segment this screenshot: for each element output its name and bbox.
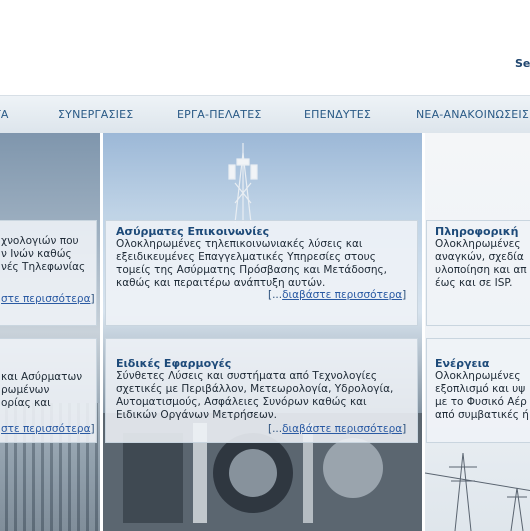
right-column-image: [425, 133, 530, 531]
card-text-line: ρωμένων: [1, 384, 50, 396]
power-pylon-icon: [425, 452, 530, 531]
card-text-line: ν Ινών καθώς: [1, 248, 72, 260]
service-card-wireless[interactable]: Ασύρματες Επικοινωνίες Ολοκληρωμένες τηλ…: [105, 220, 418, 326]
service-card-special-applications[interactable]: Ειδικές Εφαρμογές Σύνθετες Λύσεις και συ…: [105, 338, 418, 443]
card-text-line: εξειδικευμένες Επαγγελματικές Υπηρεσίες …: [116, 251, 376, 263]
card-title[interactable]: Ειδικές Εφαρμογές: [116, 357, 231, 370]
read-more-bracket: ]: [90, 293, 95, 305]
card-text-line: τομείς της Ασύρματης Πρόσβασης και Μετάδ…: [116, 264, 387, 276]
middle-column-image: [103, 133, 422, 531]
read-more-bracket: ]: [402, 423, 407, 435]
nav-item-projects-clients[interactable]: ΕΡΓΑ-ΠΕΛΑΤΕΣ: [177, 108, 262, 121]
card-title[interactable]: Ασύρματες Επικοινωνίες: [116, 225, 269, 238]
service-card-partial-top-left: χνολογιών που ν Ινών καθώς νές Τηλεφωνία…: [0, 220, 97, 326]
read-more-bracket: [...: [268, 423, 283, 435]
service-card-partial-bottom-left: και Ασύρματων ρωμένων ορίας και στε περι…: [0, 338, 97, 443]
card-title[interactable]: Πληροφορική: [435, 225, 518, 238]
search-link[interactable]: Se: [515, 57, 530, 70]
card-text-line: με το Φυσικό Αέρ: [435, 396, 527, 408]
read-more-link[interactable]: διαβάστε περισσότερα: [282, 423, 402, 435]
card-text-line: χνολογιών που: [1, 235, 79, 247]
card-text-line: Ολοκληρωμένες: [435, 370, 521, 382]
read-more-row: [...διαβάστε περισσότερα]: [268, 289, 406, 301]
read-more-link[interactable]: στε περισσότερα: [1, 423, 91, 435]
services-grid: χνολογιών που ν Ινών καθώς νές Τηλεφωνία…: [0, 133, 530, 531]
card-text-line: και Ασύρματων: [1, 371, 83, 383]
main-nav: ΤΑ ΣΥΝΕΡΓΑΣΙΕΣ ΕΡΓΑ-ΠΕΛΑΤΕΣ ΕΠΕΝΔΥΤΕΣ ΝΕ…: [0, 95, 530, 133]
nav-item-investors[interactable]: ΕΠΕΝΔΥΤΕΣ: [304, 108, 371, 121]
card-text-line: από συμβατικές ή: [435, 409, 529, 421]
card-text-line: νές Τηλεφωνίας: [1, 261, 86, 273]
card-text-line: Σύνθετες Λύσεις και συστήματα από Τεχνολ…: [116, 370, 378, 382]
left-column-image: [0, 133, 100, 531]
read-more-bracket: ]: [402, 289, 407, 301]
read-more-bracket: ]: [90, 423, 95, 435]
card-text-line: Ολοκληρωμένες: [435, 238, 521, 250]
antenna-tower-icon: [228, 143, 258, 223]
card-text-line: αναγκών, σχεδία: [435, 251, 524, 263]
card-text-line: Αυτοματισμούς, Ασφάλειες Συνόρων καθώς κ…: [116, 396, 367, 408]
site-header: Se: [0, 0, 530, 95]
read-more-bracket: [...: [268, 289, 283, 301]
card-text-line: υλοποίηση και απ: [435, 264, 527, 276]
card-text-line: ορίας και: [1, 397, 51, 409]
read-more-row: [...διαβάστε περισσότερα]: [268, 423, 406, 435]
read-more-link[interactable]: στε περισσότερα: [1, 293, 91, 305]
card-text-line: εξοπλισμό και υψ: [435, 383, 526, 395]
card-title[interactable]: Ενέργεια: [435, 357, 489, 370]
service-card-it[interactable]: Πληροφορική Ολοκληρωμένες αναγκών, σχεδί…: [426, 220, 530, 326]
nav-item-news[interactable]: ΝΕΑ-ΑΝΑΚΟΙΝΩΣΕΙΣ: [416, 108, 529, 121]
read-more-row: στε περισσότερα]: [1, 293, 95, 305]
card-text-line: Ολοκληρωμένες τηλεπικοινωνιακές λύσεις κ…: [116, 238, 363, 250]
card-text-line: σχετικές με Περιβάλλον, Μετεωρολογία, Υδ…: [116, 383, 394, 395]
service-card-energy[interactable]: Ενέργεια Ολοκληρωμένες εξοπλισμό και υψ …: [426, 338, 530, 443]
read-more-row: στε περισσότερα]: [1, 423, 95, 435]
nav-item-partnerships[interactable]: ΣΥΝΕΡΓΑΣΙΕΣ: [58, 108, 133, 121]
read-more-link[interactable]: διαβάστε περισσότερα: [282, 289, 402, 301]
card-text-line: έως και σε ISP.: [435, 277, 513, 289]
nav-item-partial[interactable]: ΤΑ: [0, 108, 9, 121]
card-text-line: Ειδικών Οργάνων Μετρήσεων.: [116, 409, 277, 421]
